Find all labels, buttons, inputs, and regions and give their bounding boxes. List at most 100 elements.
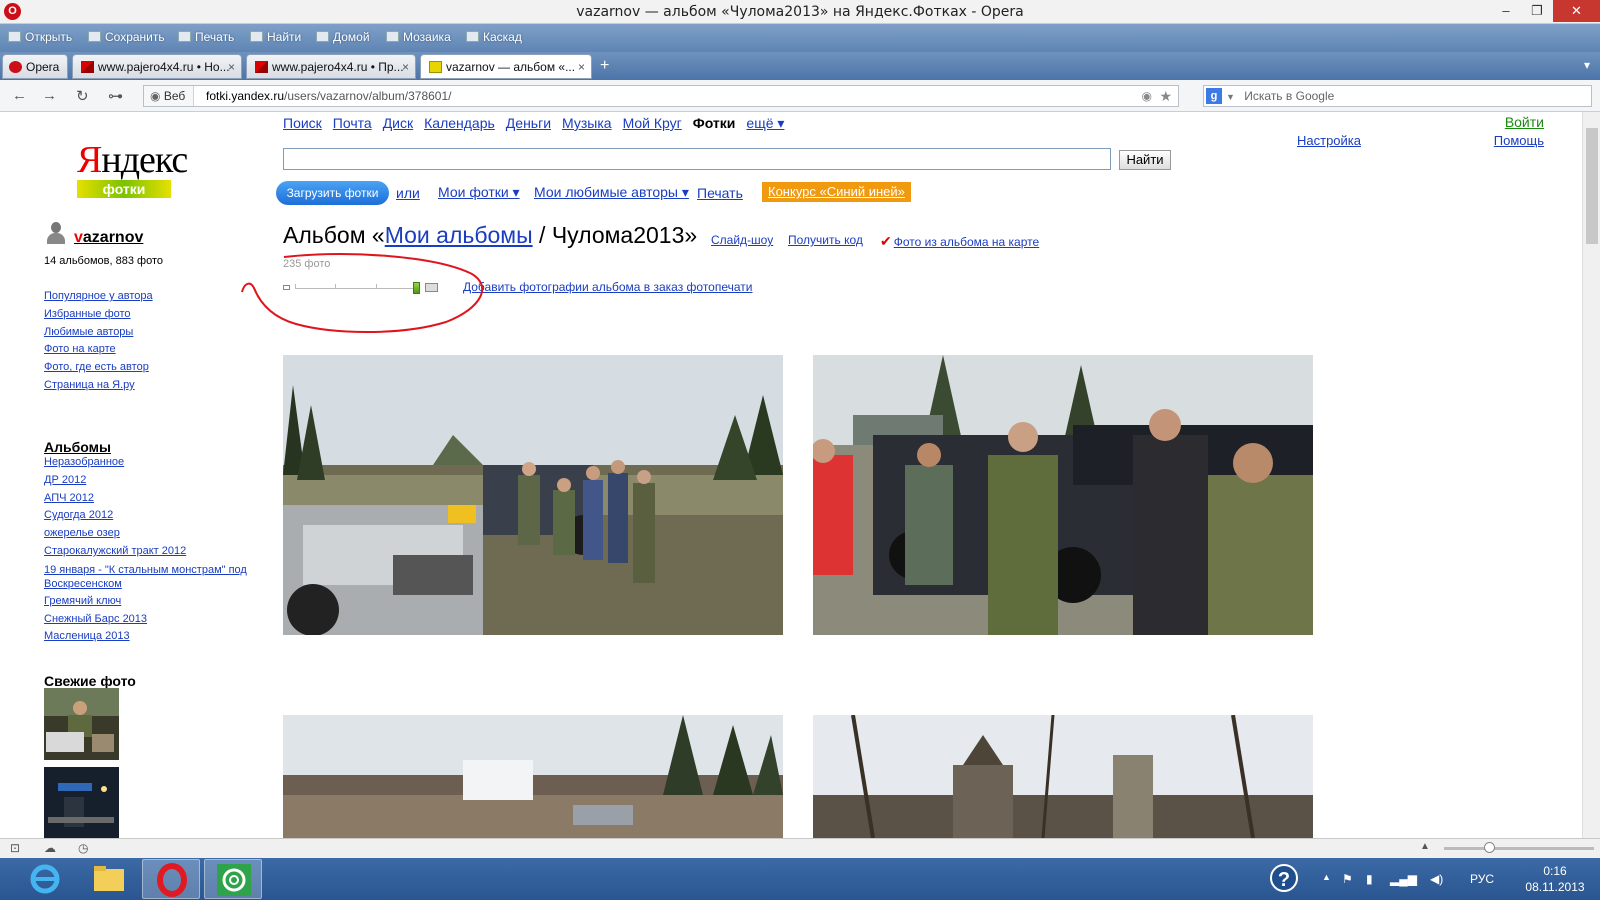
albums-heading[interactable]: Альбомы (44, 439, 111, 455)
open-button[interactable]: Открыть (8, 30, 72, 44)
photos-with-author-link[interactable]: Фото, где есть автор (44, 359, 153, 377)
get-code-link[interactable]: Получить код (788, 233, 863, 247)
reload-button[interactable]: ↻ (76, 87, 89, 105)
album-map-label[interactable]: Фото из альбома на карте (894, 235, 1039, 249)
bookmark-star-icon[interactable]: ★ (1159, 86, 1172, 106)
tab-close-icon[interactable]: × (402, 60, 409, 74)
album-item[interactable]: Старокалужский тракт 2012 (44, 543, 247, 561)
large-size-icon[interactable] (425, 283, 438, 292)
album-item[interactable]: ДР 2012 (44, 472, 247, 490)
contest-banner[interactable]: Конкурс «Синий иней» (762, 182, 911, 202)
show-hidden-icons-icon[interactable]: ▲ (1322, 872, 1331, 882)
my-fotki-menu[interactable]: Мои фотки ▾ (438, 184, 520, 201)
explorer-taskbar-button[interactable] (80, 859, 138, 899)
help-icon[interactable]: ? (1270, 864, 1298, 892)
panel-toggle-icon[interactable]: ⊡ (10, 841, 20, 855)
clock[interactable]: 0:16 08.11.2013 (1520, 863, 1590, 895)
zoom-slider[interactable] (1444, 842, 1594, 853)
save-button[interactable]: Сохранить (88, 30, 165, 44)
add-to-print-order-link[interactable]: Добавить фотографии альбома в заказ фото… (463, 280, 752, 294)
album-photo[interactable] (813, 355, 1313, 635)
tab-close-icon[interactable]: × (578, 60, 585, 74)
forward-button[interactable]: → (42, 87, 57, 104)
page-scrollbar[interactable] (1582, 112, 1600, 838)
album-item[interactable]: ожерелье озер (44, 525, 247, 543)
slideshow-link[interactable]: Слайд-шоу (711, 233, 773, 247)
album-item[interactable]: Снежный Барс 2013 (44, 611, 247, 629)
search-input[interactable] (283, 148, 1111, 170)
action-center-flag-icon[interactable]: ⚑ (1342, 872, 1353, 886)
print-link[interactable]: Печать (697, 185, 743, 201)
ie-taskbar-button[interactable] (16, 859, 74, 899)
search-field[interactable]: g ▼ Искать в Google (1203, 85, 1592, 107)
key-icon[interactable]: ⊶ (108, 87, 123, 105)
small-size-icon[interactable] (283, 285, 290, 290)
photos-on-map-link[interactable]: Фото на карте (44, 341, 153, 359)
tab-vazarnov-album[interactable]: vazarnov — альбом «... × (420, 54, 592, 79)
fresh-photo-thumbnail[interactable] (44, 688, 119, 760)
maximize-button[interactable]: ❐ (1517, 0, 1557, 22)
album-item[interactable]: Неразобранное (44, 454, 247, 472)
home-button[interactable]: Домой (316, 30, 370, 44)
favorite-authors-link[interactable]: Любимые авторы (44, 324, 153, 342)
album-item[interactable]: 19 января - "К стальным монстрам" под (44, 563, 247, 577)
album-map-link[interactable]: ✔ Фото из альбома на карте (880, 233, 1039, 250)
album-photo[interactable] (283, 715, 783, 838)
service-mail[interactable]: Почта (333, 115, 372, 131)
tile-button[interactable]: Мозаика (386, 30, 451, 44)
find-button[interactable]: Найти (250, 30, 301, 44)
zoom-up-icon[interactable]: ▲ (1420, 841, 1430, 852)
service-more[interactable]: ещё ▾ (746, 115, 784, 131)
rss-icon[interactable]: ◉ (1142, 86, 1152, 106)
favorite-photos-link[interactable]: Избранные фото (44, 306, 153, 324)
volume-icon[interactable]: ◀) (1430, 872, 1443, 886)
album-item[interactable]: Воскресенском (44, 577, 247, 591)
album-item[interactable]: Судогда 2012 (44, 507, 247, 525)
album-item[interactable]: АПЧ 2012 (44, 490, 247, 508)
album-photo[interactable] (813, 715, 1313, 838)
battery-icon[interactable]: ▮ (1366, 872, 1373, 886)
tab-pajero-1[interactable]: www.pajero4x4.ru • Но... × (72, 54, 242, 79)
scrollbar-thumb[interactable] (1586, 128, 1598, 244)
language-indicator[interactable]: РУС (1470, 872, 1494, 886)
back-button[interactable]: ← (12, 87, 27, 104)
google-icon[interactable]: g (1206, 88, 1222, 104)
engine-dropdown-icon[interactable]: ▼ (1226, 92, 1235, 102)
settings-link[interactable]: Настройка (1297, 133, 1361, 148)
print-button[interactable]: Печать (178, 30, 234, 44)
login-link[interactable]: Войти (1505, 114, 1544, 130)
service-music[interactable]: Музыка (562, 115, 612, 131)
username-link[interactable]: vazarnov (74, 229, 143, 247)
slider-knob[interactable] (413, 282, 420, 294)
slider-track[interactable] (295, 288, 417, 289)
network-signal-icon[interactable]: ▂▄▆ (1390, 872, 1417, 886)
tab-close-icon[interactable]: × (228, 60, 235, 74)
opera-taskbar-button[interactable] (142, 859, 200, 899)
service-calendar[interactable]: Календарь (424, 115, 495, 131)
mail-agent-taskbar-button[interactable] (204, 859, 262, 899)
turbo-icon[interactable]: ◷ (78, 841, 88, 855)
search-button[interactable]: Найти (1119, 150, 1171, 170)
cascade-button[interactable]: Каскад (466, 30, 522, 44)
yaru-page-link[interactable]: Страница на Я.ру (44, 377, 153, 395)
tab-menu-button[interactable]: ▾ (1584, 58, 1590, 72)
album-item[interactable]: Гремячий ключ (44, 593, 247, 611)
close-button[interactable]: ✕ (1553, 0, 1600, 22)
service-fotki[interactable]: Фотки (693, 115, 736, 131)
web-badge[interactable]: ◉ Веб (144, 86, 194, 106)
help-link[interactable]: Помощь (1494, 133, 1544, 148)
my-albums-link[interactable]: Мои альбомы (385, 222, 533, 248)
tab-pajero-2[interactable]: www.pajero4x4.ru • Пр... × (246, 54, 416, 79)
service-money[interactable]: Деньги (506, 115, 551, 131)
service-disk[interactable]: Диск (383, 115, 413, 131)
opera-tab-button[interactable]: Opera (2, 54, 68, 79)
avatar-icon[interactable] (46, 222, 66, 244)
or-link[interactable]: или (396, 185, 420, 201)
album-item[interactable]: Масленица 2013 (44, 628, 247, 646)
service-moikrug[interactable]: Мой Круг (623, 115, 682, 131)
upload-photos-button[interactable]: Загрузить фотки (276, 181, 389, 205)
popular-link[interactable]: Популярное у автора (44, 288, 153, 306)
fresh-photo-thumbnail[interactable] (44, 767, 119, 838)
thumbnail-size-slider[interactable] (283, 280, 439, 296)
address-bar[interactable]: ◉ Веб fotki.yandex.ru/users/vazarnov/alb… (143, 85, 1179, 107)
